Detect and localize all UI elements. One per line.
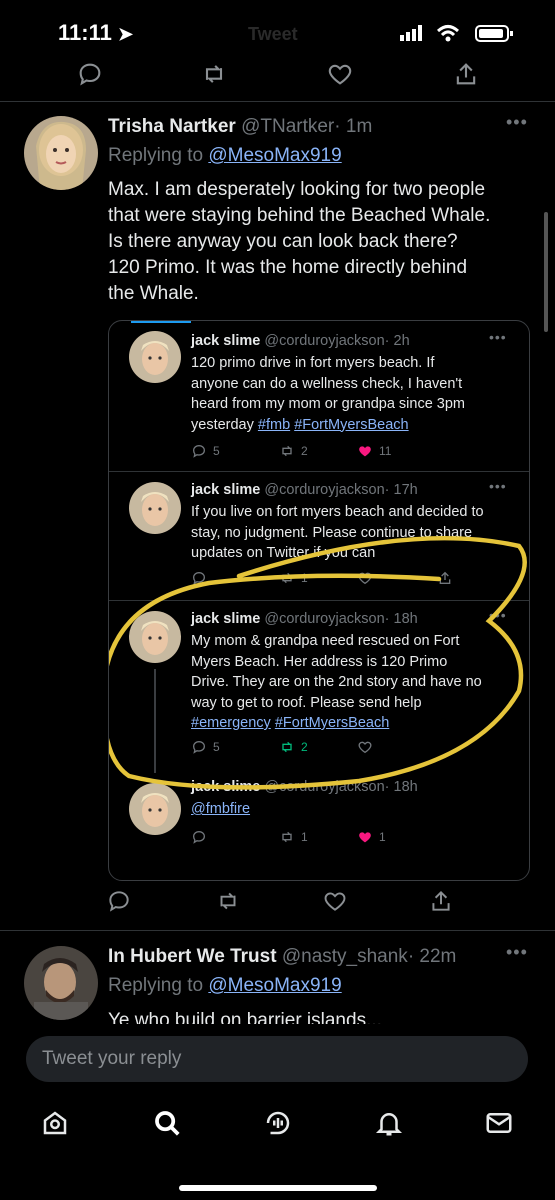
top-divider	[0, 101, 555, 102]
author-handle[interactable]: @TNartker	[241, 116, 334, 137]
replying-to: Replying to @MesoMax919	[108, 975, 342, 996]
yellow-circle-annotation	[109, 535, 527, 790]
tweet-body: Max. I am desperately looking for two pe…	[108, 179, 491, 304]
author-name[interactable]: In Hubert We Trust	[108, 946, 277, 967]
tweet-time: · 22m	[407, 946, 457, 967]
notifications-icon[interactable]	[374, 1108, 404, 1138]
tweet-divider	[0, 930, 555, 931]
messages-icon[interactable]	[484, 1108, 514, 1138]
reply-input[interactable]: Tweet your reply	[26, 1036, 528, 1082]
tweet-time: · 1m	[334, 116, 373, 137]
author-name[interactable]: Trisha Nartker	[108, 116, 236, 137]
reply-icon[interactable]	[106, 888, 132, 914]
replying-to-link[interactable]: @MesoMax919	[208, 145, 341, 166]
avatar[interactable]	[24, 116, 98, 190]
search-icon[interactable]	[152, 1108, 182, 1138]
replying-to-link[interactable]: @MesoMax919	[208, 975, 341, 996]
more-icon[interactable]: •••	[506, 942, 528, 963]
replying-to: Replying to @MesoMax919	[108, 145, 342, 166]
author-handle[interactable]: @nasty_shank	[282, 946, 408, 967]
retweet-icon[interactable]	[200, 60, 228, 88]
status-time: 11:11 ➤	[58, 20, 134, 45]
share-icon[interactable]	[428, 888, 454, 914]
status-icons	[398, 23, 518, 43]
scrollbar[interactable]	[544, 212, 548, 332]
spaces-icon[interactable]	[263, 1108, 293, 1138]
tweet-author: Trisha Nartker @TNartker· 1m	[108, 116, 372, 138]
more-icon[interactable]: •••	[506, 112, 528, 133]
like-icon[interactable]	[322, 888, 348, 914]
reply-icon[interactable]	[76, 60, 104, 88]
header-title: Tweet	[248, 24, 298, 44]
home-indicator[interactable]	[179, 1185, 377, 1191]
quoted-thread-image[interactable]: jack slime @corduroyjackson· 2h ••• 120 …	[108, 320, 530, 881]
reply-placeholder: Tweet your reply	[42, 1048, 182, 1069]
share-icon[interactable]	[452, 60, 480, 88]
like-icon[interactable]	[326, 60, 354, 88]
home-icon[interactable]	[40, 1108, 70, 1138]
retweet-icon[interactable]	[215, 888, 241, 914]
tweet-author: In Hubert We Trust @nasty_shank· 22m	[108, 946, 456, 968]
avatar[interactable]	[24, 946, 98, 1020]
